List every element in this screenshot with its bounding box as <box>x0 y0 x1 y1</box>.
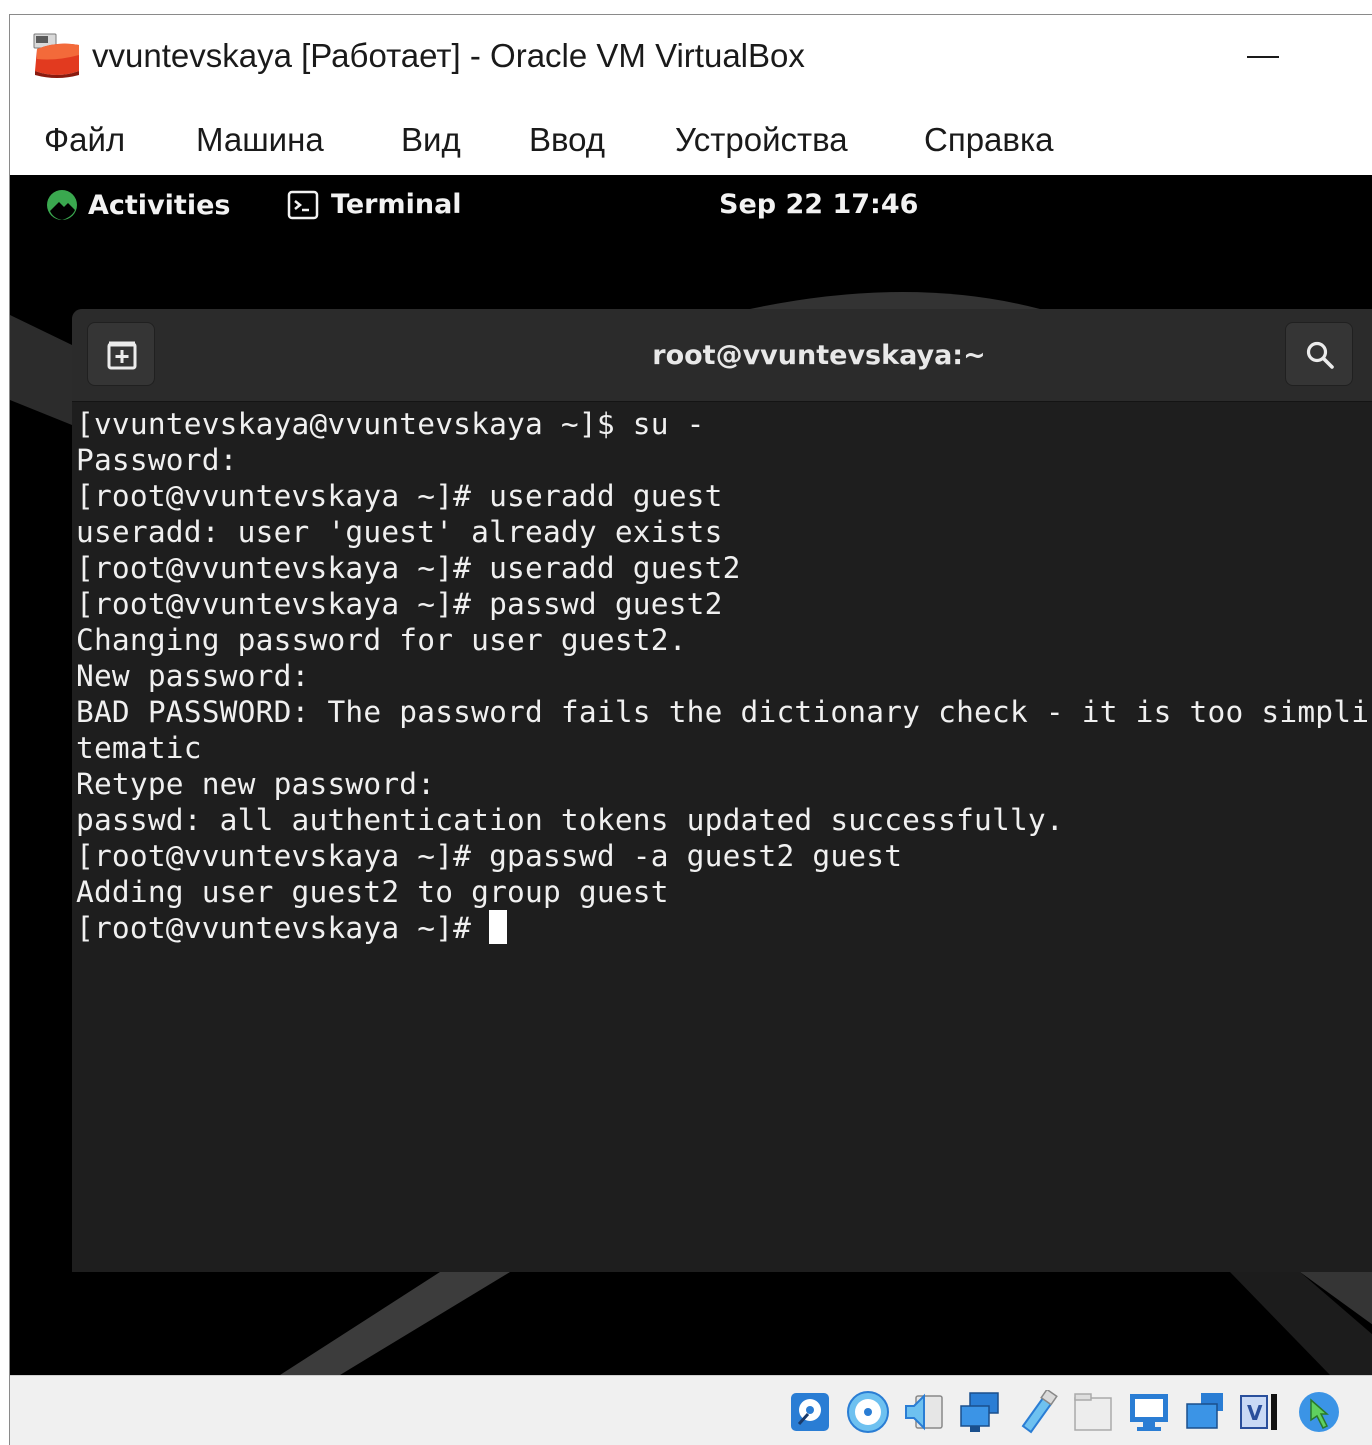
terminal-prompt-line[interactable]: [root@vvuntevskaya ~]# <box>76 910 1372 946</box>
video-capture-icon[interactable] <box>1183 1390 1227 1434</box>
terminal-line: Changing password for user guest2. <box>76 623 687 657</box>
terminal-line: Retype new password: <box>76 767 436 801</box>
menu-machine[interactable]: Машина <box>196 115 324 165</box>
terminal-line: tematic <box>76 731 202 765</box>
mouse-integration-icon[interactable] <box>1297 1390 1341 1434</box>
terminal-line: [root@vvuntevskaya ~]# gpasswd -a guest2… <box>76 839 903 873</box>
gnome-top-bar: Activities Terminal Sep 22 17:46 <box>10 175 1372 241</box>
title-bar: vvuntevskaya [Работает] - Oracle VM Virt… <box>10 15 1372 103</box>
minimize-button[interactable] <box>1218 25 1308 89</box>
activities-label: Activities <box>88 189 231 221</box>
menu-devices[interactable]: Устройства <box>675 115 848 165</box>
shared-folders-icon[interactable] <box>1071 1390 1115 1434</box>
usb-icon[interactable] <box>1015 1390 1059 1434</box>
terminal-line: New password: <box>76 659 310 693</box>
menu-file[interactable]: Файл <box>44 115 125 165</box>
terminal-line: Adding user guest2 to group guest <box>76 875 669 909</box>
terminal-line: passwd: all authentication tokens update… <box>76 803 1064 837</box>
virtualbox-logo-icon <box>33 33 79 78</box>
app-menu-label: Terminal <box>331 189 462 220</box>
display-icon[interactable] <box>1127 1390 1171 1434</box>
menu-help[interactable]: Справка <box>924 115 1053 165</box>
terminal-line: Password: <box>76 443 238 477</box>
terminal-line: BAD PASSWORD: The password fails the dic… <box>76 695 1372 729</box>
virtualization-icon[interactable]: V <box>1239 1390 1283 1434</box>
menu-bar: Файл Машина Вид Ввод Устройства Справка <box>10 103 1372 175</box>
terminal-output[interactable]: [vvuntevskaya@vvuntevskaya ~]$ su - Pass… <box>72 402 1372 1272</box>
audio-icon[interactable] <box>902 1390 946 1434</box>
terminal-header-bar: root@vvuntevskaya:~ <box>72 309 1372 402</box>
terminal-line: useradd: user 'guest' already exists <box>76 515 723 549</box>
terminal-window: root@vvuntevskaya:~ [vvuntevskaya@vvunte… <box>72 309 1372 1272</box>
menu-view[interactable]: Вид <box>401 115 461 165</box>
clock[interactable]: Sep 22 17:46 <box>719 189 918 220</box>
svg-text:V: V <box>1247 1401 1263 1425</box>
search-button[interactable] <box>1285 322 1353 386</box>
terminal-title: root@vvuntevskaya:~ <box>652 340 986 371</box>
optical-drive-icon[interactable] <box>846 1390 890 1434</box>
virtualbox-window: vvuntevskaya [Работает] - Oracle VM Virt… <box>9 14 1372 1445</box>
terminal-icon <box>287 190 319 219</box>
menu-input[interactable]: Ввод <box>529 115 605 165</box>
terminal-line: [vvuntevskaya@vvuntevskaya ~]$ su - <box>76 407 705 441</box>
new-tab-icon <box>107 341 137 370</box>
terminal-line: [root@vvuntevskaya ~]# useradd guest2 <box>76 551 741 585</box>
terminal-prompt: [root@vvuntevskaya ~]# <box>76 911 490 945</box>
search-icon <box>1306 341 1334 369</box>
activities-button[interactable]: Activities <box>46 189 230 221</box>
app-menu-terminal[interactable]: Terminal <box>287 189 462 220</box>
rocky-linux-logo-icon <box>47 190 77 220</box>
window-title: vvuntevskaya [Работает] - Oracle VM Virt… <box>92 37 805 74</box>
network-icon[interactable] <box>958 1390 1002 1434</box>
guest-display[interactable]: Activities Terminal Sep 22 17:46 root@vv… <box>10 175 1372 1375</box>
hard-disk-icon[interactable] <box>788 1390 832 1434</box>
text-cursor <box>489 910 508 944</box>
terminal-line: [root@vvuntevskaya ~]# useradd guest <box>76 479 723 513</box>
status-bar: V <box>10 1375 1372 1445</box>
new-tab-button[interactable] <box>87 322 155 386</box>
terminal-line: [root@vvuntevskaya ~]# passwd guest2 <box>76 587 723 621</box>
